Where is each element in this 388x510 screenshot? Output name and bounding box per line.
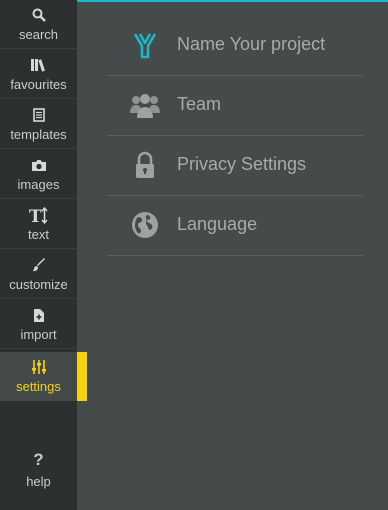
- sidebar-item-label: text: [28, 227, 49, 242]
- sidebar-item-import[interactable]: import: [0, 300, 77, 349]
- sliders-icon: [0, 359, 77, 375]
- lock-icon: [127, 149, 163, 181]
- sidebar-item-label: favourites: [10, 77, 67, 92]
- help-label: help: [26, 474, 51, 489]
- sidebar-item-text[interactable]: T text: [0, 200, 77, 249]
- settings-item-label: Privacy Settings: [177, 154, 307, 174]
- settings-item-project-name[interactable]: Name Your project: [107, 16, 363, 76]
- sidebar-item-favourites[interactable]: favourites: [0, 50, 77, 99]
- text-size-icon: T: [0, 206, 77, 224]
- settings-item-privacy[interactable]: Privacy Settings: [107, 136, 363, 196]
- help-button[interactable]: ? help: [0, 448, 77, 498]
- settings-menu: Name Your project Team Privacy Settings …: [107, 16, 363, 256]
- sidebar-item-search[interactable]: search: [0, 0, 77, 49]
- settings-item-language[interactable]: Language: [107, 196, 363, 256]
- books-icon: [0, 57, 77, 73]
- sidebar-item-customize[interactable]: customize: [0, 250, 77, 299]
- sidebar-item-images[interactable]: images: [0, 150, 77, 199]
- help-icon: ?: [33, 450, 44, 469]
- settings-item-label: Team: [177, 94, 222, 114]
- svg-text:T: T: [29, 207, 42, 224]
- sidebar-item-label: templates: [10, 127, 67, 142]
- settings-item-label: Language: [177, 214, 258, 234]
- settings-item-label: Name Your project: [177, 34, 326, 54]
- file-plus-icon: [0, 307, 77, 323]
- camera-icon: [0, 157, 77, 173]
- project-logo-icon: [127, 29, 163, 61]
- active-indicator: [77, 352, 87, 401]
- sidebar-item-label: settings: [16, 379, 61, 394]
- brush-icon: [0, 257, 77, 273]
- search-icon: [0, 7, 77, 23]
- sidebar-item-settings[interactable]: settings: [0, 352, 77, 401]
- sidebar: search favourites templates images T tex…: [0, 0, 77, 510]
- settings-item-team[interactable]: Team: [107, 76, 363, 136]
- sidebar-item-label: images: [17, 177, 60, 192]
- globe-icon: [127, 209, 163, 241]
- sidebar-item-templates[interactable]: templates: [0, 100, 77, 149]
- document-icon: [0, 107, 77, 123]
- team-icon: [127, 89, 163, 121]
- sidebar-item-label: customize: [9, 277, 68, 292]
- sidebar-item-label: search: [18, 27, 59, 42]
- sidebar-item-label: import: [20, 327, 57, 342]
